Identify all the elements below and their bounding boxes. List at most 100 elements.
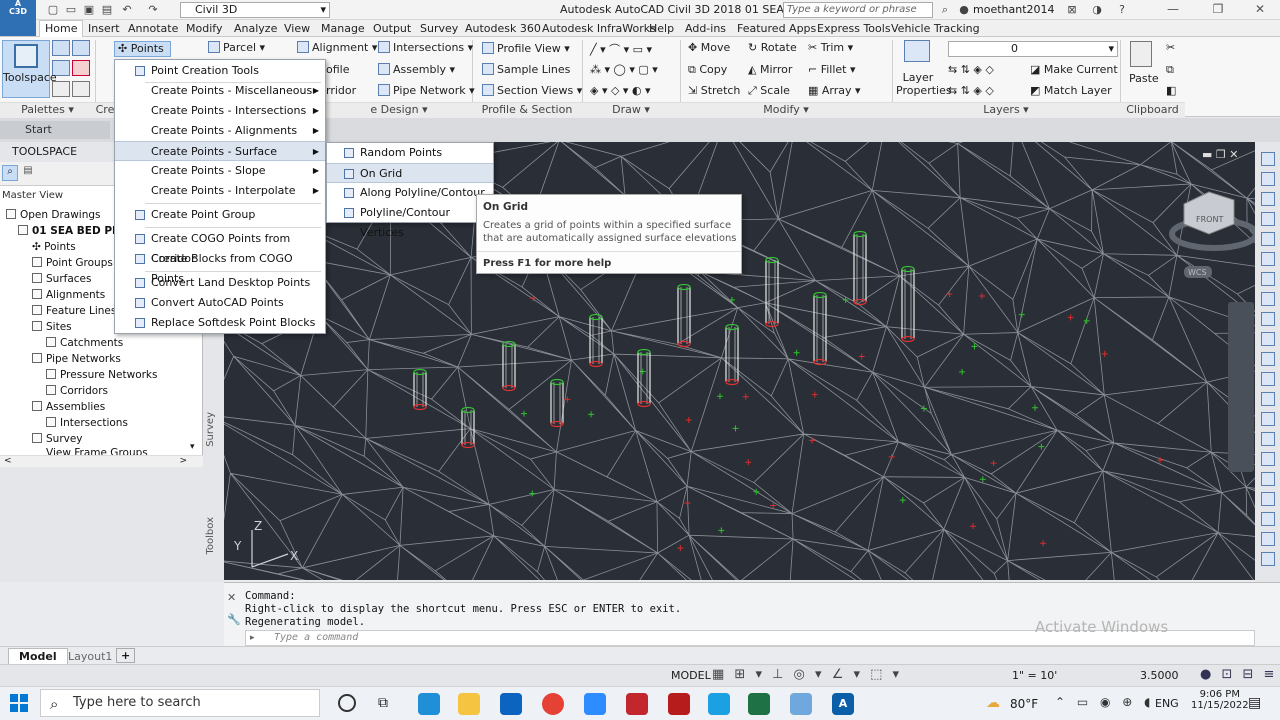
application-menu-button[interactable]: A C3D bbox=[0, 0, 36, 36]
navigation-bar[interactable] bbox=[1228, 302, 1254, 472]
surface-point-marker[interactable] bbox=[990, 460, 997, 467]
panel-title-clipboard[interactable]: Clipboard bbox=[1120, 102, 1185, 117]
panel-title-palettes[interactable]: Palettes ▾ bbox=[0, 102, 95, 117]
polyline-icon[interactable]: ⁂ ▾ ◯ ▾ ▢ ▾ bbox=[590, 63, 658, 76]
surface-point-marker[interactable] bbox=[793, 349, 800, 356]
trim-button[interactable]: ✂ Trim ▾ bbox=[808, 41, 853, 54]
tab-output[interactable]: Output bbox=[368, 21, 416, 36]
tree-point-groups[interactable]: Point Groups bbox=[32, 257, 113, 269]
surface-point-marker[interactable] bbox=[978, 292, 985, 299]
tree-points[interactable]: ✣ Points bbox=[32, 241, 76, 253]
elevation-value[interactable]: 3.5000 bbox=[1140, 669, 1179, 682]
tool-icon[interactable] bbox=[1261, 552, 1275, 566]
mirror-button[interactable]: ◭ Mirror bbox=[748, 63, 792, 76]
tool-icon[interactable] bbox=[1261, 192, 1275, 206]
tab-layout1[interactable]: Layout1 bbox=[60, 649, 120, 664]
telegram-icon[interactable] bbox=[708, 693, 730, 715]
edge-icon[interactable] bbox=[418, 693, 440, 715]
pile-cylinder[interactable] bbox=[853, 230, 867, 306]
tool-icon[interactable] bbox=[1261, 272, 1275, 286]
menu-item-blocks-from-cogo[interactable]: Create Blocks from COGO Points bbox=[115, 249, 325, 285]
tab-autodesk-360[interactable]: Autodesk 360 bbox=[460, 21, 546, 36]
tool-icon[interactable] bbox=[1261, 472, 1275, 486]
tab-insert[interactable]: Insert bbox=[83, 21, 125, 36]
surface-point-marker[interactable] bbox=[684, 499, 691, 506]
submenu-item-polyline-vertices[interactable]: Polyline/Contour Vertices bbox=[327, 203, 493, 239]
layer-properties-icon[interactable] bbox=[904, 40, 930, 62]
tool-icon[interactable] bbox=[1261, 292, 1275, 306]
tree-sites[interactable]: Sites bbox=[32, 321, 72, 333]
tool-icon[interactable] bbox=[1261, 212, 1275, 226]
tool-icon[interactable] bbox=[1261, 312, 1275, 326]
exchange-apps-icon[interactable]: ⊠ bbox=[1065, 3, 1079, 17]
tab-vehicle-tracking[interactable]: Vehicle Tracking bbox=[886, 21, 985, 36]
hatch-icon[interactable]: ◈ ▾ ◇ ▾ ◐ ▾ bbox=[590, 84, 651, 97]
layer-properties-button[interactable]: Layer Properties bbox=[896, 71, 952, 97]
start-tab[interactable]: Start bbox=[0, 121, 110, 139]
tab-view[interactable]: View bbox=[279, 21, 315, 36]
surface-point-marker[interactable] bbox=[1038, 443, 1045, 450]
close-icon[interactable]: ✕ bbox=[227, 591, 236, 604]
cortana-icon[interactable] bbox=[338, 694, 356, 712]
language[interactable]: ENG bbox=[1155, 697, 1179, 710]
settings-icon[interactable] bbox=[72, 40, 90, 56]
task-view-icon[interactable]: ⧉ bbox=[378, 695, 388, 711]
surface-point-marker[interactable] bbox=[742, 393, 749, 400]
menu-item-convert-land-desktop[interactable]: Convert Land Desktop Points bbox=[115, 273, 325, 293]
panel-title-layers[interactable]: Layers ▾ bbox=[892, 102, 1120, 117]
array-button[interactable]: ▦ Array ▾ bbox=[808, 84, 861, 97]
assembly-button[interactable]: Assembly ▾ bbox=[378, 63, 455, 76]
layer-tools-row1[interactable]: ⇆ ⇅ ◈ ◇ bbox=[948, 63, 994, 76]
surface-point-marker[interactable] bbox=[959, 368, 966, 375]
tab-infraworks[interactable]: Autodesk InfraWorks bbox=[537, 21, 661, 36]
viewport-controls[interactable]: ▬ ❐ ✕ bbox=[1202, 148, 1238, 161]
surface-point-marker[interactable] bbox=[1040, 540, 1047, 547]
profile-button[interactable]: ofile bbox=[326, 63, 349, 76]
view-selector[interactable]: Master View bbox=[2, 190, 63, 201]
tab-analyze[interactable]: Analyze bbox=[229, 21, 282, 36]
paste-button[interactable]: Paste bbox=[1129, 72, 1159, 85]
tab-add-ins[interactable]: Add-ins bbox=[680, 21, 731, 36]
surface-point-marker[interactable] bbox=[811, 391, 818, 398]
search-icon[interactable]: ⌕ bbox=[938, 3, 952, 17]
tool-icon[interactable] bbox=[1261, 412, 1275, 426]
tool-palettes-icon[interactable] bbox=[72, 81, 90, 97]
submenu-item-random-points[interactable]: Random Points bbox=[327, 143, 493, 163]
surface-point-marker[interactable] bbox=[979, 476, 986, 483]
make-current-button[interactable]: ◪ Make Current bbox=[1030, 63, 1118, 76]
tree-corridors[interactable]: Corridors bbox=[46, 385, 108, 397]
tree-view-frame-groups[interactable]: View Frame Groups bbox=[46, 447, 148, 455]
save-as-icon[interactable]: ▤ bbox=[100, 3, 114, 17]
tool-icon[interactable] bbox=[1261, 252, 1275, 266]
add-layout-button[interactable]: + bbox=[116, 648, 136, 663]
tab-featured-apps[interactable]: Featured Apps bbox=[732, 21, 821, 36]
surface-point-marker[interactable] bbox=[588, 411, 595, 418]
windows-start-icon[interactable] bbox=[10, 694, 28, 712]
menu-item-create-points-intersections[interactable]: Create Points - Intersections ▶ bbox=[115, 101, 325, 121]
surface-point-marker[interactable] bbox=[858, 353, 865, 360]
surface-point-marker[interactable] bbox=[685, 417, 692, 424]
mail-icon[interactable] bbox=[500, 693, 522, 715]
close-icon[interactable]: ✕ bbox=[1245, 2, 1275, 18]
menu-item-create-points-alignments[interactable]: Create Points - Alignments ▶ bbox=[115, 121, 325, 141]
tab-home[interactable]: Home bbox=[39, 20, 84, 37]
pile-cylinder[interactable] bbox=[502, 340, 516, 392]
pile-cylinder[interactable] bbox=[765, 256, 779, 328]
fillet-button[interactable]: ⌐ Fillet ▾ bbox=[808, 63, 856, 76]
surface-point-marker[interactable] bbox=[1101, 350, 1108, 357]
tree-pipe-networks[interactable]: Pipe Networks bbox=[32, 353, 121, 365]
pile-cylinder[interactable] bbox=[413, 368, 427, 411]
tree-open-drawings[interactable]: Open Drawings bbox=[6, 209, 101, 221]
submenu-item-on-grid[interactable]: On Grid bbox=[327, 163, 493, 183]
pile-cylinder[interactable] bbox=[901, 265, 915, 343]
menu-item-create-points-misc[interactable]: Create Points - Miscellaneous ▶ bbox=[115, 81, 325, 101]
user-name[interactable]: moethant2014 bbox=[973, 3, 1055, 16]
tab-survey-vertical[interactable]: Survey bbox=[205, 412, 216, 447]
match-properties-icon[interactable]: ◧ bbox=[1166, 84, 1176, 97]
a360-icon[interactable]: ◑ bbox=[1090, 3, 1104, 17]
tool-icon[interactable] bbox=[1261, 372, 1275, 386]
menu-item-cogo-from-corridor[interactable]: Create COGO Points from Corridor bbox=[115, 229, 325, 265]
surface-point-marker[interactable] bbox=[809, 437, 816, 444]
scale-button[interactable]: ⤢ Scale bbox=[748, 84, 790, 98]
submenu-item-along-polyline[interactable]: Along Polyline/Contour bbox=[327, 183, 493, 203]
